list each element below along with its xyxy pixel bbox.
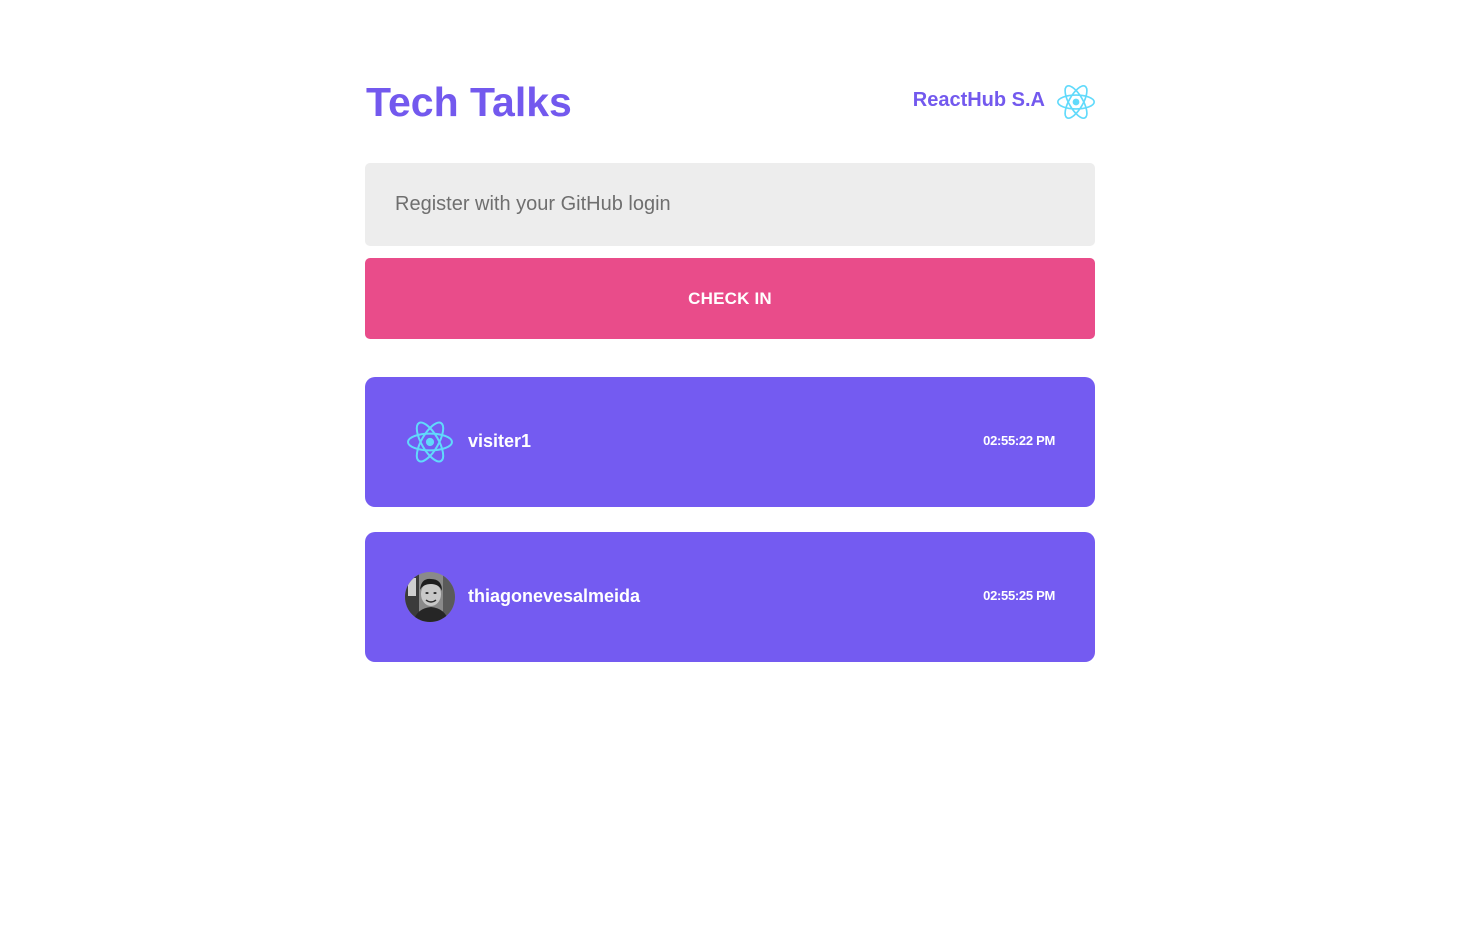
checkin-list: visiter1 02:55:22 PM thiagonevesalmeida … xyxy=(365,377,1095,687)
checkin-username: thiagonevesalmeida xyxy=(468,586,641,606)
react-logo-icon xyxy=(407,421,453,463)
avatar xyxy=(405,572,455,622)
page-title: Tech Talks xyxy=(366,79,572,125)
header: Tech Talks ReactHub S.A xyxy=(365,78,1095,126)
company-name: ReactHub S.A xyxy=(912,89,1045,111)
check-in-button[interactable]: CHECK IN xyxy=(365,258,1095,339)
checkin-card: thiagonevesalmeida 02:55:25 PM xyxy=(365,532,1095,662)
company-brand: ReactHub S.A xyxy=(913,82,1095,122)
github-login-input[interactable] xyxy=(365,163,1095,246)
checkin-time: 02:55:22 PM xyxy=(983,433,1055,448)
user-photo-icon xyxy=(405,572,455,622)
checkin-username: visiter1 xyxy=(468,431,532,451)
checkin-card: visiter1 02:55:22 PM xyxy=(365,377,1095,507)
react-logo-icon xyxy=(1057,85,1095,119)
checkin-time: 02:55:25 PM xyxy=(983,588,1055,603)
avatar xyxy=(405,417,455,467)
